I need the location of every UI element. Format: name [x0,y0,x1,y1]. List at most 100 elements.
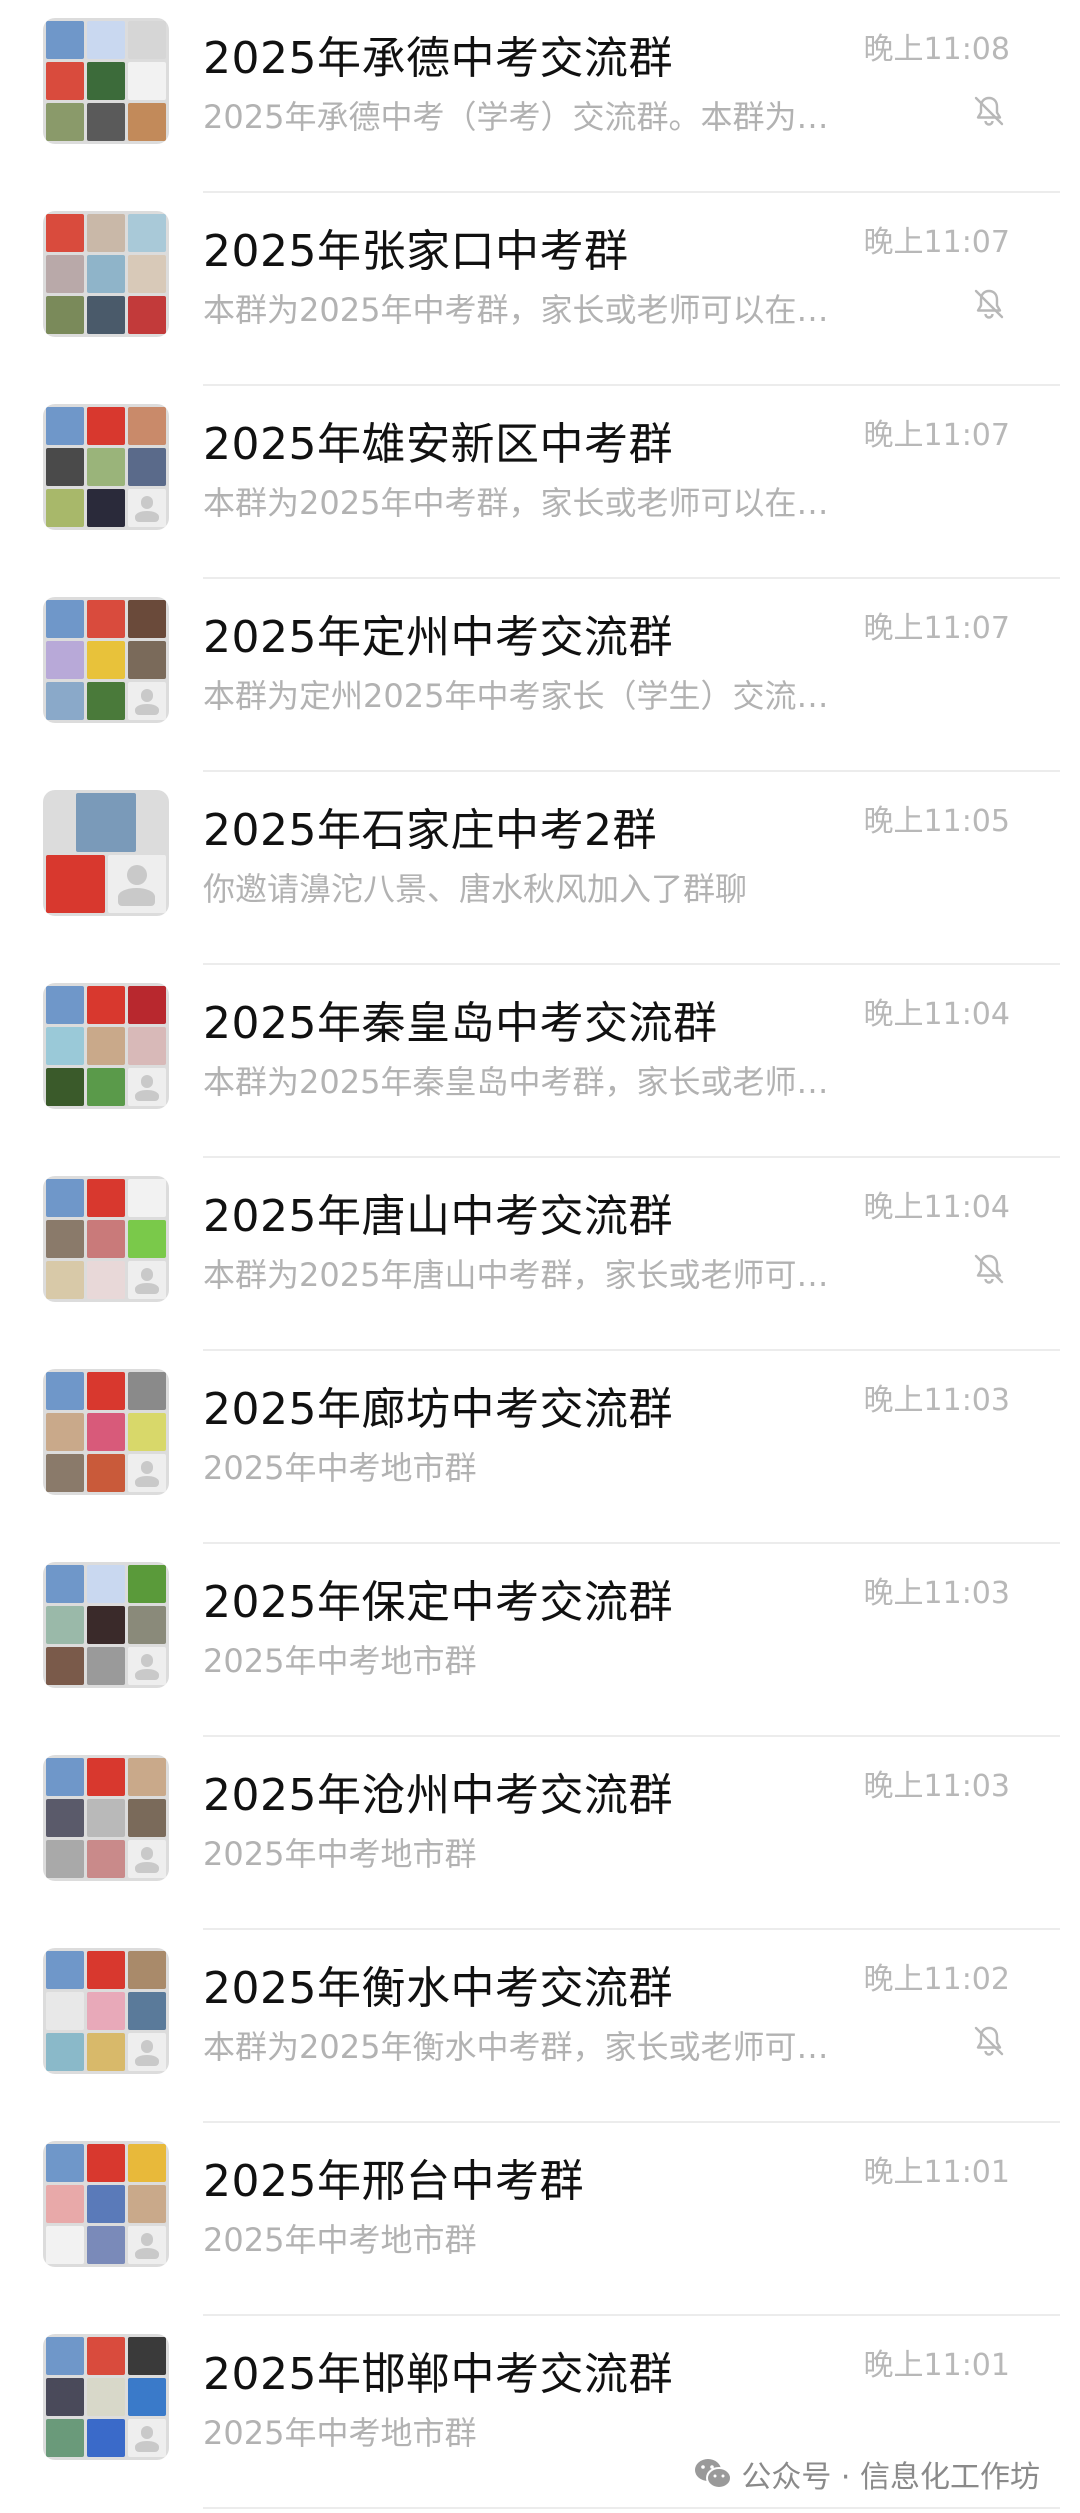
chat-row-2[interactable]: 2025年张家口中考群 本群为2025年中考群，家长或老师可以在群内交流… 晚上… [0,193,1080,386]
member-avatar-tile [87,2226,125,2264]
member-avatar-tile [46,986,84,1024]
member-avatar-tile [46,2226,84,2264]
default-user-icon [128,682,166,720]
member-avatar-tile [87,682,125,720]
member-avatar-tile [87,448,125,486]
group-avatar [43,2141,169,2267]
member-avatar-tile [87,2378,125,2416]
member-avatar-tile [87,2033,125,2071]
group-avatar [43,2334,169,2460]
chat-row-12[interactable]: 2025年邢台中考群 2025年中考地市群 晚上11:01 [0,2123,1080,2316]
member-avatar-tile [46,62,84,100]
chat-time: 晚上11:01 [863,2348,1010,2383]
member-avatar-tile [46,2419,84,2457]
chat-row-7[interactable]: 2025年唐山中考交流群 本群为2025年唐山中考群，家长或老师可以在群内交流…… [0,1158,1080,1351]
watermark-text: 公众号 · 信息化工作坊 [741,2460,1040,2495]
chat-row-9[interactable]: 2025年保定中考交流群 2025年中考地市群 晚上11:03 [0,1544,1080,1737]
chat-preview: 2025年中考地市群 [203,1449,477,1487]
chat-time: 晚上11:03 [863,1576,1010,1611]
member-avatar-tile [46,255,84,293]
mute-bell-icon [970,2022,1008,2060]
chat-row-8[interactable]: 2025年廊坊中考交流群 2025年中考地市群 晚上11:03 [0,1351,1080,1544]
chat-row-3[interactable]: 2025年雄安新区中考群 本群为2025年中考群，家长或老师可以在群内交流… 晚… [0,386,1080,579]
member-avatar-tile [128,1951,166,1989]
member-avatar-tile [46,103,84,141]
chat-name: 2025年承德中考交流群 [203,33,673,84]
member-avatar-tile [87,2419,125,2457]
member-avatar-tile [128,2378,166,2416]
chat-name: 2025年石家庄中考2群 [203,805,657,856]
group-avatar [43,983,169,1109]
member-avatar-tile [87,2185,125,2223]
member-avatar-tile [46,1179,84,1217]
chat-name: 2025年邢台中考群 [203,2156,584,2207]
default-user-icon [128,2419,166,2457]
chat-preview: 2025年中考地市群 [203,1835,477,1873]
chat-preview: 本群为2025年衡水中考群，家长或老师可以在群内交流… [203,2028,833,2066]
group-avatar [43,597,169,723]
chat-row-10[interactable]: 2025年沧州中考交流群 2025年中考地市群 晚上11:03 [0,1737,1080,1930]
chat-name: 2025年保定中考交流群 [203,1577,673,1628]
member-avatar-tile [46,2033,84,2071]
member-avatar-tile [46,1951,84,1989]
member-avatar-tile [87,1027,125,1065]
member-avatar-tile [87,255,125,293]
chat-preview: 本群为2025年秦皇岛中考群，家长或老师可以在群内… [203,1063,833,1101]
chat-name: 2025年雄安新区中考群 [203,419,673,470]
chat-preview: 2025年中考地市群 [203,2414,477,2452]
group-avatar [43,1562,169,1688]
member-avatar-tile [87,1647,125,1685]
chat-time: 晚上11:07 [863,611,1010,646]
member-avatar-tile [87,21,125,59]
chat-preview: 本群为2025年中考群，家长或老师可以在群内交流… [203,291,833,329]
member-avatar-tile [128,2144,166,2182]
mute-bell-icon [970,92,1008,130]
member-avatar-tile [87,1068,125,1106]
chat-time: 晚上11:04 [863,997,1010,1032]
member-avatar-tile [87,1799,125,1837]
group-avatar [43,1176,169,1302]
chat-row-6[interactable]: 2025年秦皇岛中考交流群 本群为2025年秦皇岛中考群，家长或老师可以在群内…… [0,965,1080,1158]
chat-row-5[interactable]: 2025年石家庄中考2群 你邀请濞沱八景、唐水秋风加入了群聊 晚上11:05 [0,772,1080,965]
member-avatar-tile [128,2185,166,2223]
chat-name: 2025年邯郸中考交流群 [203,2349,673,2400]
member-avatar-tile [87,62,125,100]
member-avatar-tile [128,407,166,445]
member-avatar-tile [128,1565,166,1603]
member-avatar-tile [46,448,84,486]
default-user-icon [128,1068,166,1106]
default-user-icon [128,489,166,527]
member-avatar-tile [46,600,84,638]
chat-time: 晚上11:07 [863,225,1010,260]
group-avatar [43,1755,169,1881]
member-avatar-tile [128,1027,166,1065]
member-avatar-tile [46,641,84,679]
member-avatar-tile [46,1647,84,1685]
member-avatar-tile [46,1261,84,1299]
chat-preview: 你邀请濞沱八景、唐水秋风加入了群聊 [203,870,748,908]
member-avatar-tile [46,2337,84,2375]
member-avatar-tile [87,641,125,679]
chat-preview: 本群为定州2025年中考家长（学生）交流群，欢迎… [203,677,833,715]
member-avatar-tile [46,1992,84,2030]
member-avatar-tile [87,214,125,252]
member-avatar-tile [128,255,166,293]
chat-row-11[interactable]: 2025年衡水中考交流群 本群为2025年衡水中考群，家长或老师可以在群内交流…… [0,1930,1080,2123]
member-avatar-tile [128,1372,166,1410]
member-avatar-tile [128,214,166,252]
member-avatar-tile [46,1758,84,1796]
mute-bell-icon [970,1250,1008,1288]
chat-time: 晚上11:07 [863,418,1010,453]
member-avatar-tile [87,1372,125,1410]
chat-preview: 2025年中考地市群 [203,2221,477,2259]
member-avatar-tile [46,682,84,720]
chat-row-4[interactable]: 2025年定州中考交流群 本群为定州2025年中考家长（学生）交流群，欢迎… 晚… [0,579,1080,772]
chat-name: 2025年定州中考交流群 [203,612,673,663]
member-avatar-tile [46,2144,84,2182]
member-avatar-tile [128,62,166,100]
member-avatar-tile [87,103,125,141]
chat-row-1[interactable]: 2025年承德中考交流群 2025年承德中考（学考）交流群。本群为2025年承德… [0,0,1080,193]
member-avatar-tile [46,854,105,913]
chat-name: 2025年廊坊中考交流群 [203,1384,673,1435]
chat-time: 晚上11:05 [863,804,1010,839]
